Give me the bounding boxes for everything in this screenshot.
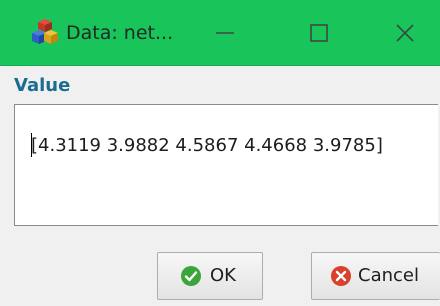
maximize-icon [310, 23, 328, 42]
cancel-label: Cancel [358, 265, 419, 286]
cancel-circle-icon [331, 266, 351, 286]
dialog-window: Data: net... Value [4.3119 3.9882 4.5867… [0, 0, 440, 306]
close-button[interactable] [370, 0, 440, 65]
value-text: [4.3119 3.9882 4.5867 4.4668 3.9785] [31, 135, 383, 156]
close-icon [396, 23, 414, 42]
value-label: Value [14, 75, 71, 96]
cancel-button[interactable]: Cancel [311, 252, 440, 300]
minimize-icon [216, 31, 234, 34]
window-title: Data: net... [66, 22, 174, 44]
maximize-button[interactable] [284, 0, 354, 65]
minimize-button[interactable] [190, 0, 260, 65]
check-circle-icon [181, 266, 201, 286]
cubes-app-icon [32, 19, 58, 44]
value-textbox[interactable]: [4.3119 3.9882 4.5867 4.4668 3.9785] [14, 104, 438, 226]
ok-label: OK [210, 265, 236, 286]
title-bar[interactable]: Data: net... [0, 0, 440, 66]
ok-button[interactable]: OK [157, 252, 263, 300]
